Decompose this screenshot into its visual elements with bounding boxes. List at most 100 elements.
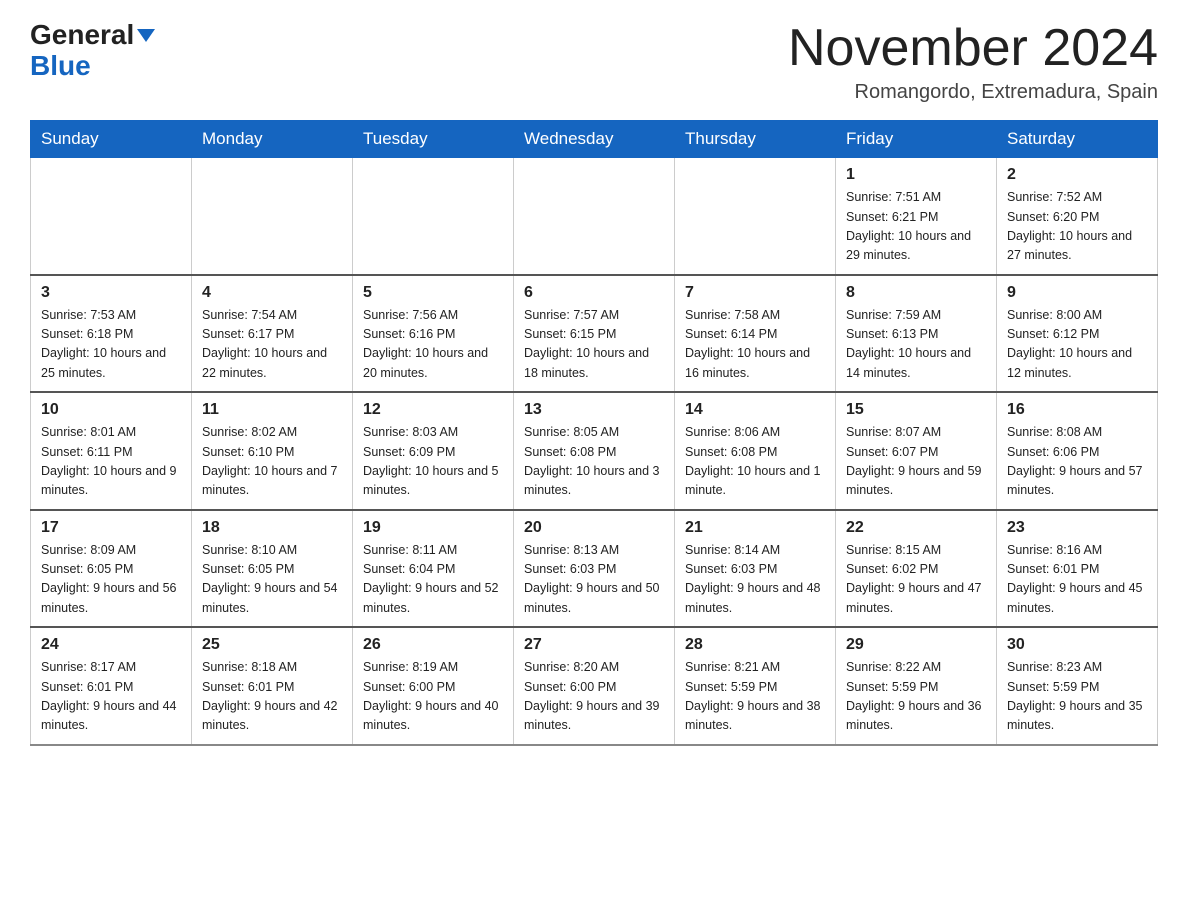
sun-info: Sunrise: 7:57 AMSunset: 6:15 PMDaylight:… [524, 306, 664, 384]
calendar-cell: 26 Sunrise: 8:19 AMSunset: 6:00 PMDayligh… [353, 627, 514, 745]
calendar-cell: 23 Sunrise: 8:16 AMSunset: 6:01 PMDayligh… [997, 510, 1158, 628]
sun-info: Sunrise: 8:22 AMSunset: 5:59 PMDaylight:… [846, 658, 986, 736]
sun-info: Sunrise: 8:19 AMSunset: 6:00 PMDaylight:… [363, 658, 503, 736]
sun-info: Sunrise: 8:16 AMSunset: 6:01 PMDaylight:… [1007, 541, 1147, 619]
day-number: 12 [363, 401, 503, 419]
title-area: November 2024 Romangordo, Extremadura, S… [788, 20, 1158, 104]
calendar-cell: 22Sunrise: 8:15 AMSunset: 6:02 PMDayligh… [836, 510, 997, 628]
day-number: 30 [1007, 636, 1147, 654]
sun-info: Sunrise: 7:51 AMSunset: 6:21 PMDaylight:… [846, 188, 986, 266]
sun-info: Sunrise: 8:02 AMSunset: 6:10 PMDaylight:… [202, 423, 342, 501]
sun-info: Sunrise: 7:54 AMSunset: 6:17 PMDaylight:… [202, 306, 342, 384]
day-number: 23 [1007, 519, 1147, 537]
day-number: 22 [846, 519, 986, 537]
column-header-saturday: Saturday [997, 121, 1158, 158]
day-number: 26 [363, 636, 503, 654]
sun-info: Sunrise: 8:03 AMSunset: 6:09 PMDaylight:… [363, 423, 503, 501]
sun-info: Sunrise: 8:09 AMSunset: 6:05 PMDaylight:… [41, 541, 181, 619]
day-number: 5 [363, 284, 503, 302]
calendar-cell: 20 Sunrise: 8:13 AMSunset: 6:03 PMDayligh… [514, 510, 675, 628]
calendar-cell [31, 158, 192, 275]
day-number: 17 [41, 519, 181, 537]
calendar-cell [353, 158, 514, 275]
day-number: 18 [202, 519, 342, 537]
calendar-cell: 30 Sunrise: 8:23 AMSunset: 5:59 PMDayligh… [997, 627, 1158, 745]
day-number: 1 [846, 166, 986, 184]
day-number: 25 [202, 636, 342, 654]
calendar-week-row: 24 Sunrise: 8:17 AMSunset: 6:01 PMDayligh… [31, 627, 1158, 745]
sun-info: Sunrise: 8:05 AMSunset: 6:08 PMDaylight:… [524, 423, 664, 501]
calendar-cell: 28 Sunrise: 8:21 AMSunset: 5:59 PMDayligh… [675, 627, 836, 745]
sun-info: Sunrise: 8:14 AMSunset: 6:03 PMDaylight:… [685, 541, 825, 619]
day-number: 13 [524, 401, 664, 419]
calendar-cell: 27 Sunrise: 8:20 AMSunset: 6:00 PMDayligh… [514, 627, 675, 745]
sun-info: Sunrise: 8:18 AMSunset: 6:01 PMDaylight:… [202, 658, 342, 736]
day-number: 21 [685, 519, 825, 537]
column-header-wednesday: Wednesday [514, 121, 675, 158]
calendar-cell: 5 Sunrise: 7:56 AMSunset: 6:16 PMDaylight… [353, 275, 514, 393]
sun-info: Sunrise: 8:20 AMSunset: 6:00 PMDaylight:… [524, 658, 664, 736]
column-header-friday: Friday [836, 121, 997, 158]
day-number: 29 [846, 636, 986, 654]
sun-info: Sunrise: 7:59 AMSunset: 6:13 PMDaylight:… [846, 306, 986, 384]
column-header-thursday: Thursday [675, 121, 836, 158]
calendar-cell [514, 158, 675, 275]
calendar-cell: 21 Sunrise: 8:14 AMSunset: 6:03 PMDayligh… [675, 510, 836, 628]
sun-info: Sunrise: 8:00 AMSunset: 6:12 PMDaylight:… [1007, 306, 1147, 384]
calendar-week-row: 1 Sunrise: 7:51 AMSunset: 6:21 PMDaylight… [31, 158, 1158, 275]
calendar-cell: 9 Sunrise: 8:00 AMSunset: 6:12 PMDaylight… [997, 275, 1158, 393]
day-number: 28 [685, 636, 825, 654]
day-number: 2 [1007, 166, 1147, 184]
sun-info: Sunrise: 8:11 AMSunset: 6:04 PMDaylight:… [363, 541, 503, 619]
calendar-cell: 17 Sunrise: 8:09 AMSunset: 6:05 PMDayligh… [31, 510, 192, 628]
day-number: 20 [524, 519, 664, 537]
day-number: 11 [202, 401, 342, 419]
day-number: 27 [524, 636, 664, 654]
sun-info: Sunrise: 8:07 AMSunset: 6:07 PMDaylight:… [846, 423, 986, 501]
column-header-monday: Monday [192, 121, 353, 158]
location: Romangordo, Extremadura, Spain [788, 81, 1158, 104]
column-header-sunday: Sunday [31, 121, 192, 158]
calendar-cell: 12 Sunrise: 8:03 AMSunset: 6:09 PMDayligh… [353, 392, 514, 510]
sun-info: Sunrise: 7:53 AMSunset: 6:18 PMDaylight:… [41, 306, 181, 384]
calendar-cell: 8 Sunrise: 7:59 AMSunset: 6:13 PMDaylight… [836, 275, 997, 393]
calendar-cell [192, 158, 353, 275]
calendar-cell: 10Sunrise: 8:01 AMSunset: 6:11 PMDayligh… [31, 392, 192, 510]
day-number: 6 [524, 284, 664, 302]
day-number: 19 [363, 519, 503, 537]
calendar-cell: 6 Sunrise: 7:57 AMSunset: 6:15 PMDaylight… [514, 275, 675, 393]
calendar-cell: 15Sunrise: 8:07 AMSunset: 6:07 PMDayligh… [836, 392, 997, 510]
calendar-week-row: 3 Sunrise: 7:53 AMSunset: 6:18 PMDaylight… [31, 275, 1158, 393]
calendar-cell: 2 Sunrise: 7:52 AMSunset: 6:20 PMDaylight… [997, 158, 1158, 275]
sun-info: Sunrise: 8:10 AMSunset: 6:05 PMDaylight:… [202, 541, 342, 619]
calendar-cell: 4Sunrise: 7:54 AMSunset: 6:17 PMDaylight… [192, 275, 353, 393]
logo-blue: Blue [30, 50, 91, 81]
calendar-cell: 16Sunrise: 8:08 AMSunset: 6:06 PMDayligh… [997, 392, 1158, 510]
calendar-cell: 1 Sunrise: 7:51 AMSunset: 6:21 PMDaylight… [836, 158, 997, 275]
sun-info: Sunrise: 8:13 AMSunset: 6:03 PMDaylight:… [524, 541, 664, 619]
logo-text: General Blue [30, 20, 155, 82]
day-number: 24 [41, 636, 181, 654]
day-number: 9 [1007, 284, 1147, 302]
calendar-cell [675, 158, 836, 275]
calendar-cell: 29 Sunrise: 8:22 AMSunset: 5:59 PMDayligh… [836, 627, 997, 745]
calendar-cell: 25 Sunrise: 8:18 AMSunset: 6:01 PMDayligh… [192, 627, 353, 745]
month-title: November 2024 [788, 20, 1158, 77]
calendar-week-row: 17 Sunrise: 8:09 AMSunset: 6:05 PMDayligh… [31, 510, 1158, 628]
sun-info: Sunrise: 8:21 AMSunset: 5:59 PMDaylight:… [685, 658, 825, 736]
calendar-cell: 7Sunrise: 7:58 AMSunset: 6:14 PMDaylight… [675, 275, 836, 393]
calendar-cell: 19 Sunrise: 8:11 AMSunset: 6:04 PMDayligh… [353, 510, 514, 628]
sun-info: Sunrise: 7:56 AMSunset: 6:16 PMDaylight:… [363, 306, 503, 384]
sun-info: Sunrise: 8:17 AMSunset: 6:01 PMDaylight:… [41, 658, 181, 736]
calendar-cell: 13 Sunrise: 8:05 AMSunset: 6:08 PMDayligh… [514, 392, 675, 510]
day-number: 8 [846, 284, 986, 302]
day-number: 10 [41, 401, 181, 419]
sun-info: Sunrise: 8:23 AMSunset: 5:59 PMDaylight:… [1007, 658, 1147, 736]
day-number: 3 [41, 284, 181, 302]
sun-info: Sunrise: 8:06 AMSunset: 6:08 PMDaylight:… [685, 423, 825, 501]
calendar-cell: 11 Sunrise: 8:02 AMSunset: 6:10 PMDayligh… [192, 392, 353, 510]
column-header-tuesday: Tuesday [353, 121, 514, 158]
sun-info: Sunrise: 7:52 AMSunset: 6:20 PMDaylight:… [1007, 188, 1147, 266]
calendar-header-row: SundayMondayTuesdayWednesdayThursdayFrid… [31, 121, 1158, 158]
day-number: 16 [1007, 401, 1147, 419]
